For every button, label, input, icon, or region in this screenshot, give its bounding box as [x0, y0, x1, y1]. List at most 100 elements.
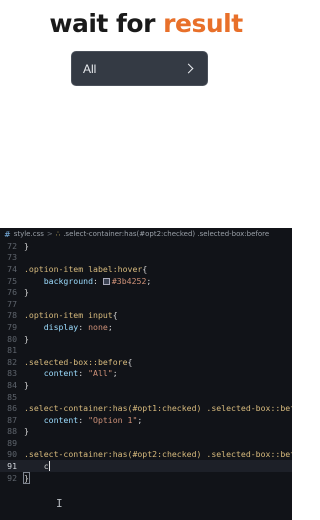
line-number: 86 [7, 403, 17, 414]
line-code: } [24, 426, 29, 436]
line-number: 75 [7, 275, 17, 286]
code-token: : [78, 368, 89, 379]
line-code: content: "Option 1"; [24, 414, 143, 425]
code-token: } [24, 333, 29, 344]
line-number: 72 [7, 240, 17, 251]
code-line[interactable]: 75 background: #3b4252; [0, 275, 292, 287]
line-code: display: none; [24, 322, 113, 332]
code-line[interactable]: 79 display: none; [0, 321, 292, 333]
title-part-1: wait for [49, 9, 155, 38]
line-number: 85 [7, 391, 17, 402]
code-token: : [93, 275, 103, 286]
code-line[interactable]: 74 .option-item label:hover{ [0, 263, 292, 275]
line-number: 80 [7, 333, 17, 344]
code-token: } [24, 379, 29, 390]
line-number: 91 [7, 461, 17, 472]
code-token: .option-item input [24, 310, 113, 321]
code-token: content [24, 414, 79, 425]
code-token: content [24, 368, 79, 379]
code-line[interactable]: 88} [0, 426, 292, 438]
breadcrumb-selector[interactable]: .select-container:has(#opt2:checked) .se… [63, 230, 269, 238]
code-line[interactable]: 86 .select-container:has(#opt1:checked) .… [0, 402, 292, 414]
line-code: background: #3b4252; [24, 275, 152, 286]
code-token: .option-item label:hover [24, 263, 143, 274]
line-number: 90 [7, 449, 17, 460]
code-token: } [24, 426, 29, 437]
code-token: ; [137, 414, 143, 425]
page-title: wait for result [0, 9, 292, 38]
code-line[interactable]: 78 .option-item input{ [0, 310, 292, 322]
code-token: display [24, 321, 79, 332]
preview-pane: wait for result All [0, 0, 292, 228]
chevron-right-icon [183, 63, 194, 74]
breadcrumb-file[interactable]: style.css [14, 230, 44, 238]
code-line[interactable]: 80} [0, 333, 292, 345]
code-token: c [24, 461, 49, 472]
line-number: 92 [7, 472, 17, 483]
title-part-2: result [163, 9, 243, 38]
line-number: 78 [7, 310, 17, 321]
color-swatch-icon [102, 277, 110, 285]
code-token: ; [146, 275, 152, 286]
code-token: { [112, 310, 118, 321]
line-code: .selected-box::before{ [24, 357, 132, 367]
code-token: .selected-box::before [24, 356, 128, 367]
line-code: .option-item label:hover{ [24, 264, 147, 274]
code-token: #3b4252 [111, 275, 147, 286]
code-line[interactable]: 91 c [0, 460, 292, 472]
code-line[interactable]: 81 [0, 344, 292, 356]
line-number: 79 [7, 321, 17, 332]
text-cursor-icon: I [56, 497, 63, 510]
code-line[interactable]: 85 [0, 391, 292, 403]
line-number: 76 [7, 287, 17, 298]
line-code: .select-container:has(#opt1:checked) .se… [24, 403, 292, 413]
code-line[interactable]: 83 content: "All"; [0, 368, 292, 380]
caret [48, 461, 50, 472]
hash-icon: # [4, 229, 11, 239]
code-line[interactable]: 76} [0, 286, 292, 298]
code-token: "Option 1" [88, 414, 138, 425]
line-number: 83 [7, 368, 17, 379]
code-line[interactable]: 89 [0, 437, 292, 449]
code-line[interactable]: 82 .selected-box::before{ [0, 356, 292, 368]
line-number: 74 [7, 263, 17, 274]
line-number: 84 [7, 379, 17, 390]
code-line[interactable]: 77 [0, 298, 292, 310]
breadcrumb: # style.css > ∴ .select-container:has(#o… [0, 228, 292, 240]
line-code: content: "All"; [24, 368, 118, 378]
line-code: } [24, 287, 29, 297]
line-number: 73 [7, 252, 17, 263]
code-lines[interactable]: 72} 73 74 .option-item label:hover{75 backg… [0, 240, 292, 484]
line-code: } [24, 241, 29, 251]
line-number: 87 [7, 414, 17, 425]
css-selector-icon: ∴ [55, 230, 61, 238]
code-token: : [78, 414, 89, 425]
line-code: } [24, 380, 29, 390]
code-line[interactable]: 87 content: "Option 1"; [0, 414, 292, 426]
line-code: } [24, 334, 29, 344]
select-box[interactable]: All [71, 51, 208, 86]
code-token: { [142, 263, 148, 274]
line-code: .option-item input{ [24, 310, 118, 320]
line-code: .select-container:has(#opt2:checked) .se… [24, 449, 292, 459]
code-line[interactable]: 84} [0, 379, 292, 391]
code-line[interactable]: 72} [0, 240, 292, 252]
code-token: { [127, 356, 133, 367]
code-token: } [23, 471, 30, 484]
code-line[interactable]: 92} [0, 471, 292, 484]
code-token: : [78, 321, 89, 332]
code-token: background [24, 275, 94, 286]
code-editor[interactable]: # style.css > ∴ .select-container:has(#o… [0, 228, 292, 520]
line-number: 77 [7, 298, 17, 309]
code-token: "All" [88, 368, 113, 379]
line-number: 81 [7, 345, 17, 356]
selected-value: All [83, 61, 97, 76]
code-token: ; [107, 321, 113, 332]
code-line[interactable]: 90 .select-container:has(#opt2:checked) .… [0, 449, 292, 461]
code-token: ; [112, 368, 118, 379]
code-token: none [88, 321, 108, 332]
code-token: } [24, 287, 29, 298]
breadcrumb-separator: > [46, 230, 53, 238]
code-line[interactable]: 73 [0, 252, 292, 264]
line-number: 89 [7, 437, 17, 448]
